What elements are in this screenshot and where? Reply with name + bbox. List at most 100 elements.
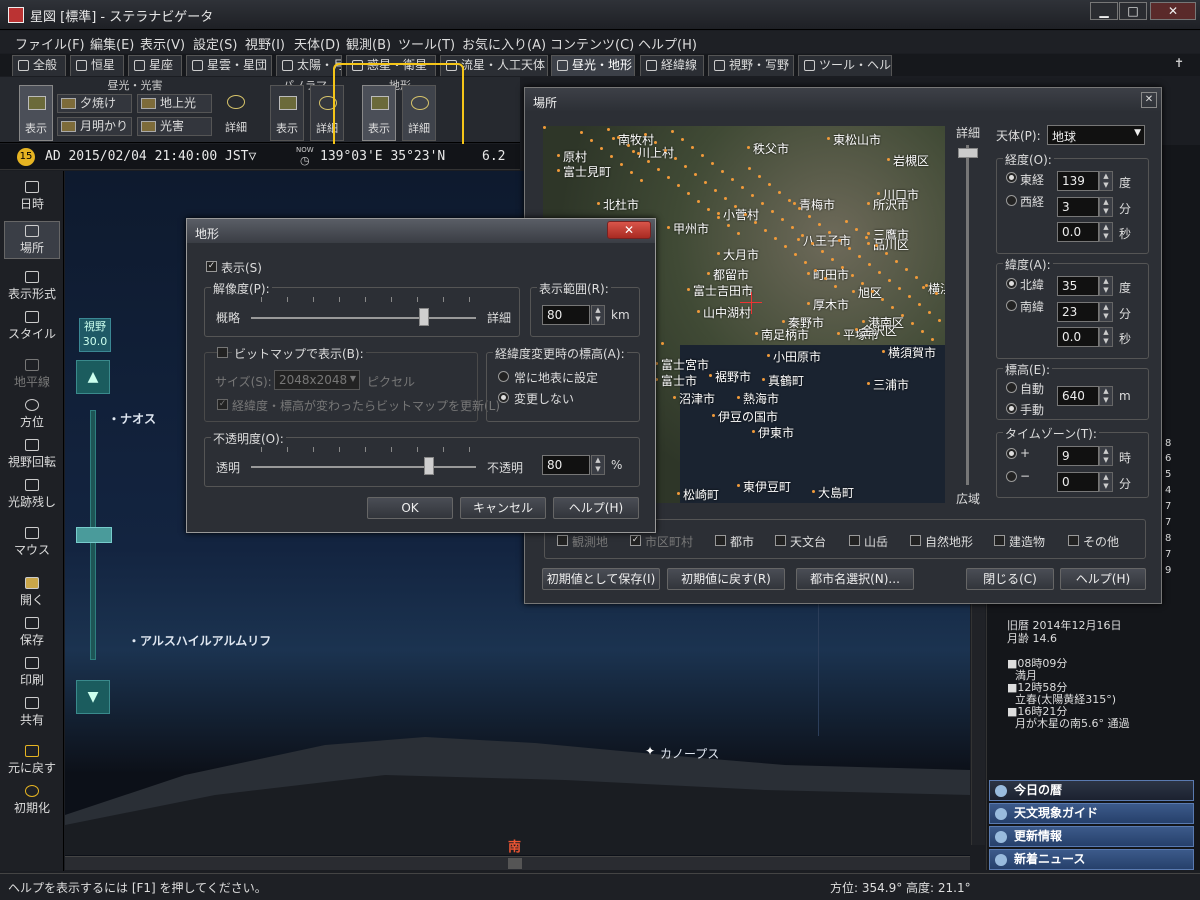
city-label[interactable]: 富士宮市 bbox=[661, 356, 709, 373]
east-radio[interactable] bbox=[1006, 172, 1017, 183]
city-label[interactable]: 甲州市 bbox=[673, 220, 709, 237]
tool-direction[interactable]: 方位 bbox=[4, 399, 60, 430]
bitmap-checkbox[interactable] bbox=[217, 347, 228, 358]
tz-minute-input[interactable]: 0 bbox=[1057, 472, 1099, 492]
layer-checkbox-nature[interactable] bbox=[910, 535, 921, 546]
star-label-alsuhail[interactable]: ・アルスハイルアルムリフ bbox=[128, 632, 271, 649]
today-calendar-button[interactable]: 今日の暦 bbox=[989, 780, 1194, 801]
menu-help[interactable]: ヘルプ(H) bbox=[638, 34, 697, 53]
city-label[interactable]: 都留市 bbox=[713, 266, 749, 283]
lon-second-spin[interactable]: ▲ ▼ bbox=[1099, 222, 1113, 242]
zoom-in-button[interactable]: ▲ bbox=[76, 360, 110, 394]
zoom-slider-thumb[interactable] bbox=[76, 527, 112, 543]
resolution-slider-thumb[interactable] bbox=[419, 308, 429, 326]
star-label-naos[interactable]: ・ナオス bbox=[108, 410, 156, 427]
tz-minute-spin[interactable]: ▲ ▼ bbox=[1099, 472, 1113, 492]
place-close-icon[interactable]: ✕ bbox=[1141, 92, 1157, 108]
sunset-button[interactable]: 夕焼け bbox=[57, 94, 132, 113]
map-zoom-track[interactable] bbox=[966, 145, 969, 485]
city-label[interactable]: 川上村 bbox=[638, 144, 674, 161]
city-label[interactable]: 横須賀市 bbox=[888, 344, 936, 361]
city-label[interactable]: 北杜市 bbox=[603, 196, 639, 213]
lon-degree-spin[interactable]: ▲ ▼ bbox=[1099, 171, 1113, 191]
layer-checkbox-mountain[interactable] bbox=[849, 535, 860, 546]
ground-light-button[interactable]: 地上光 bbox=[137, 94, 212, 113]
city-label[interactable]: 東松山市 bbox=[833, 131, 881, 148]
lat-degree-spin[interactable]: ▲ ▼ bbox=[1099, 276, 1113, 296]
opacity-slider-track[interactable] bbox=[251, 466, 476, 468]
city-label[interactable]: 大島町 bbox=[818, 484, 854, 501]
tool-reset[interactable]: 初期化 bbox=[4, 785, 60, 816]
tab-general[interactable]: 全般 bbox=[12, 55, 66, 76]
tool-save[interactable]: 保存 bbox=[4, 617, 60, 648]
pin-icon[interactable]: ✝ bbox=[1174, 56, 1184, 70]
tab-stars[interactable]: 恒星 bbox=[70, 55, 124, 76]
city-label[interactable]: 秩父市 bbox=[753, 140, 789, 157]
city-label[interactable]: 山中湖村 bbox=[703, 304, 751, 321]
city-select-button[interactable]: 都市名選択(N)... bbox=[796, 568, 914, 590]
menu-settings[interactable]: 設定(S) bbox=[193, 34, 237, 53]
daylight-detail-button[interactable]: 詳細 bbox=[219, 85, 253, 141]
resolution-slider-track[interactable] bbox=[251, 317, 476, 319]
panorama-show-button[interactable]: 表示 bbox=[270, 85, 304, 141]
west-radio[interactable] bbox=[1006, 195, 1017, 206]
elevation-spin[interactable]: ▲ ▼ bbox=[1099, 386, 1113, 406]
tool-rotate-view[interactable]: 視野回転 bbox=[4, 439, 60, 470]
menu-tools[interactable]: ツール(T) bbox=[398, 34, 455, 53]
lon-minute-input[interactable]: 3 bbox=[1057, 197, 1099, 217]
star-label-canopus[interactable]: カノープス bbox=[660, 745, 719, 762]
city-label[interactable]: 八王子市 bbox=[803, 232, 851, 249]
size-select[interactable]: 2048x2048 ▼ bbox=[274, 370, 360, 390]
tool-trail[interactable]: 光跡残し bbox=[4, 479, 60, 510]
city-label[interactable]: 伊豆の国市 bbox=[718, 408, 778, 425]
always-ground-radio[interactable] bbox=[498, 371, 509, 382]
light-pollution-button[interactable]: 光害 bbox=[137, 117, 212, 136]
menu-file[interactable]: ファイル(F) bbox=[15, 34, 85, 53]
city-label[interactable]: 富士吉田市 bbox=[693, 282, 753, 299]
tab-daylight-terrain[interactable]: 昼光・地形 bbox=[551, 55, 635, 76]
canopus-marker-icon[interactable]: ✦ bbox=[644, 745, 656, 757]
scroll-thumb[interactable] bbox=[508, 858, 522, 869]
terrain-show-checkbox[interactable]: ✓ bbox=[206, 261, 217, 272]
terrain-cancel-button[interactable]: キャンセル bbox=[460, 497, 546, 519]
menu-view[interactable]: 表示(V) bbox=[140, 34, 185, 53]
city-label[interactable]: 南足柄市 bbox=[761, 326, 809, 343]
city-label[interactable]: 裾野市 bbox=[715, 368, 751, 385]
terrain-close-icon[interactable]: ✕ bbox=[607, 221, 651, 239]
city-label[interactable]: 小田原市 bbox=[773, 348, 821, 365]
menu-edit[interactable]: 編集(E) bbox=[90, 34, 134, 53]
layer-checkbox-city[interactable] bbox=[715, 535, 726, 546]
restore-default-button[interactable]: 初期値に戻す(R) bbox=[667, 568, 785, 590]
menu-observe[interactable]: 観測(B) bbox=[346, 34, 391, 53]
menu-objects[interactable]: 天体(D) bbox=[294, 34, 340, 53]
range-spin[interactable]: ▲ ▼ bbox=[591, 305, 605, 325]
terrain-ok-button[interactable]: OK bbox=[367, 497, 453, 519]
tz-plus-radio[interactable] bbox=[1006, 448, 1017, 459]
city-label[interactable]: 厚木市 bbox=[813, 296, 849, 313]
close-button[interactable]: ✕ bbox=[1150, 2, 1196, 20]
update-info-button[interactable]: 更新情報 bbox=[989, 826, 1194, 847]
tab-tools-help[interactable]: ツール・ヘルプ bbox=[798, 55, 892, 76]
minimize-button[interactable]: ▁ bbox=[1090, 2, 1118, 20]
save-default-button[interactable]: 初期値として保存(I) bbox=[542, 568, 660, 590]
opacity-spin[interactable]: ▲ ▼ bbox=[591, 455, 605, 475]
lon-degree-input[interactable]: 139 bbox=[1057, 171, 1099, 191]
date-time[interactable]: AD 2015/02/04 21:40:00 JST▽ bbox=[45, 149, 256, 164]
city-label[interactable]: 金沢区 bbox=[861, 322, 897, 339]
maximize-button[interactable]: □ bbox=[1119, 2, 1147, 20]
zoom-out-button[interactable]: ▼ bbox=[76, 680, 110, 714]
city-label[interactable]: 熱海市 bbox=[743, 390, 779, 407]
city-label[interactable]: 青梅市 bbox=[799, 196, 835, 213]
daylight-show-button[interactable]: 表示 bbox=[19, 85, 53, 141]
tool-mouse[interactable]: マウス bbox=[4, 527, 60, 558]
elev-auto-radio[interactable] bbox=[1006, 382, 1017, 393]
tool-style[interactable]: スタイル bbox=[4, 311, 60, 342]
elev-manual-radio[interactable] bbox=[1006, 403, 1017, 414]
tab-nebulae[interactable]: 星雲・星団 bbox=[186, 55, 272, 76]
tz-hour-input[interactable]: 9 bbox=[1057, 446, 1099, 466]
city-label[interactable]: 岩槻区 bbox=[893, 152, 929, 169]
tool-print[interactable]: 印刷 bbox=[4, 657, 60, 688]
city-label[interactable]: 富士見町 bbox=[563, 163, 611, 180]
tz-minus-radio[interactable] bbox=[1006, 471, 1017, 482]
city-label[interactable]: 伊東市 bbox=[758, 424, 794, 441]
